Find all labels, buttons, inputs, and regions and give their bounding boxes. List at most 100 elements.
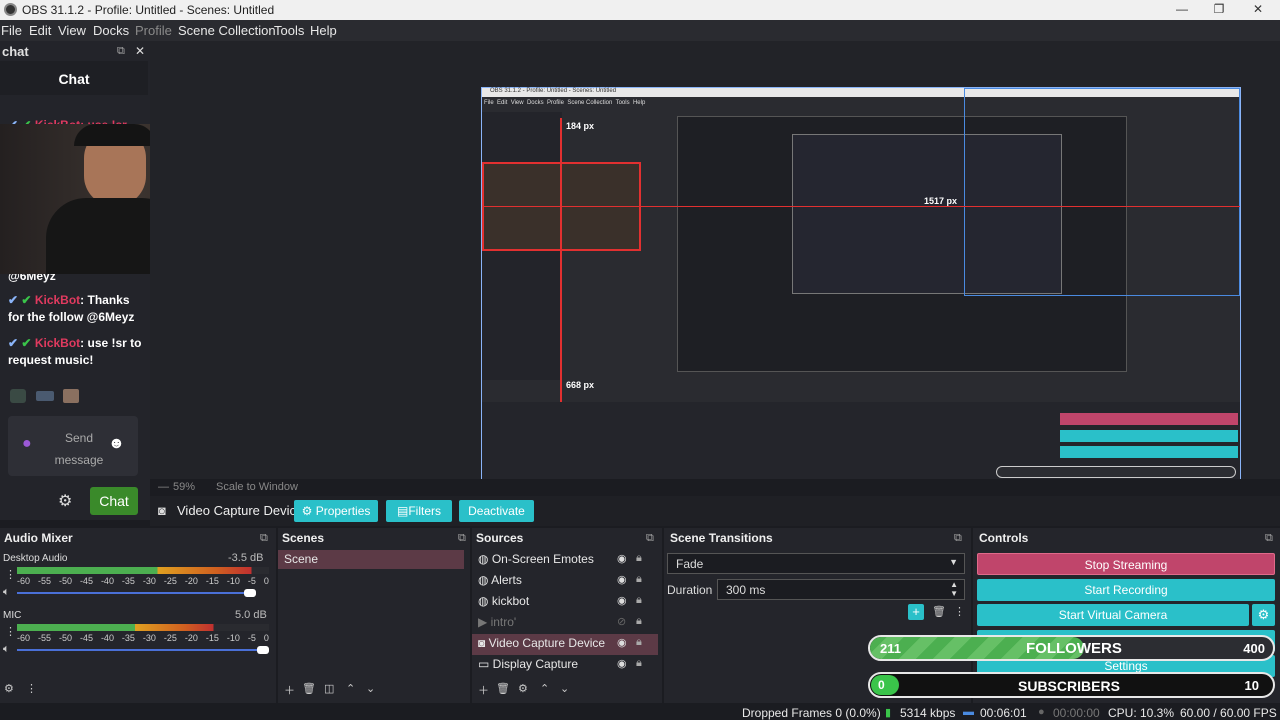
lock-icon[interactable]: 🔒︎ bbox=[636, 615, 642, 628]
chat-input[interactable]: ● Send message ☻ bbox=[8, 416, 138, 476]
meter-tick-label: -60 bbox=[17, 576, 31, 586]
meter-tick-label: -40 bbox=[100, 633, 114, 643]
stop-streaming-button[interactable]: Stop Streaming bbox=[977, 553, 1275, 575]
mixer-menu-icon[interactable]: ⋮ bbox=[26, 682, 37, 695]
deactivate-button[interactable]: Deactivate bbox=[459, 500, 534, 522]
visibility-icon[interactable]: ◉ bbox=[617, 594, 627, 607]
volume-slider[interactable] bbox=[17, 592, 256, 594]
badge-icon[interactable] bbox=[10, 389, 26, 403]
scene-item[interactable]: Scene bbox=[278, 550, 464, 569]
meter-tick-label: -30 bbox=[142, 576, 156, 586]
menu-scene-collection[interactable]: Scene Collection bbox=[178, 23, 276, 38]
maximize-icon[interactable]: ❐ bbox=[1212, 2, 1226, 16]
preview-canvas[interactable]: OBS 31.1.2 - Profile: Untitled - Scenes:… bbox=[150, 41, 1280, 518]
source-item[interactable]: ◍ kickbot ◉ 🔒︎ bbox=[472, 592, 658, 613]
remove-source-icon[interactable]: 🗑︎ bbox=[496, 682, 510, 695]
settings-gear-icon[interactable]: ⚙ bbox=[58, 491, 72, 511]
move-down-icon[interactable]: ⌄ bbox=[560, 682, 569, 695]
source-item[interactable]: ▶ intro' ⊘ 🔒︎ bbox=[472, 613, 658, 634]
remove-scene-icon[interactable]: 🗑︎ bbox=[302, 682, 316, 695]
visibility-icon[interactable]: ◉ bbox=[617, 636, 627, 649]
scene-filters-icon[interactable]: ◫ bbox=[324, 682, 334, 695]
microphone-icon[interactable]: ● bbox=[22, 435, 32, 453]
visibility-icon[interactable]: ◉ bbox=[617, 552, 627, 565]
menu-tools[interactable]: Tools bbox=[274, 23, 304, 38]
start-virtual-camera-button[interactable]: Start Virtual Camera bbox=[977, 604, 1249, 626]
mixer-settings-icon[interactable]: ⚙ bbox=[4, 682, 14, 695]
headphones bbox=[74, 124, 156, 146]
lock-icon[interactable]: 🔒︎ bbox=[636, 552, 642, 565]
send-chat-button[interactable]: Chat bbox=[90, 487, 138, 515]
menu-help[interactable]: Help bbox=[310, 23, 337, 38]
transition-menu-icon[interactable]: ⋮ bbox=[954, 605, 965, 618]
sources-title: Sources bbox=[476, 531, 524, 545]
source-item[interactable]: ◙ Video Capture Device ◉ 🔒︎ bbox=[472, 634, 658, 655]
visibility-icon[interactable]: ⊘ bbox=[617, 615, 626, 628]
move-up-icon[interactable]: ⌃ bbox=[540, 682, 549, 695]
source-item[interactable]: ▭ Display Capture ◉ 🔒︎ bbox=[472, 655, 658, 676]
dock-menu-icon[interactable]: ⧉ bbox=[1265, 532, 1273, 545]
sources-list: ◍ On-Screen Emotes ◉ 🔒︎ ◍ Alerts ◉ 🔒︎ ◍ kickbo… bbox=[472, 550, 658, 676]
emoji-icon[interactable]: ☻ bbox=[108, 435, 125, 453]
add-transition-button[interactable]: + bbox=[908, 604, 924, 620]
meter-tick-label: -45 bbox=[79, 576, 93, 586]
lock-icon[interactable]: 🔒︎ bbox=[636, 657, 642, 670]
wrench-icon: ✔ bbox=[8, 336, 19, 350]
chat-dock-title: chat bbox=[2, 44, 29, 59]
menu-edit[interactable]: Edit bbox=[29, 23, 51, 38]
selected-source-name: Video Capture Devic bbox=[177, 503, 296, 518]
dock-menu-icon[interactable]: ⧉ bbox=[458, 532, 466, 545]
close-icon[interactable]: ✕ bbox=[1251, 2, 1265, 16]
visibility-icon[interactable]: ◉ bbox=[617, 657, 627, 670]
emote-icon[interactable] bbox=[63, 389, 79, 403]
lock-icon[interactable]: 🔒︎ bbox=[636, 594, 642, 607]
minimize-icon[interactable]: — bbox=[1175, 2, 1189, 16]
preview-scene[interactable]: OBS 31.1.2 - Profile: Untitled - Scenes:… bbox=[481, 87, 1241, 518]
status-bar: Dropped Frames 0 (0.0%) ▮ 5314 kbps ▬ 00… bbox=[0, 703, 1280, 720]
volume-knob[interactable] bbox=[257, 646, 269, 654]
channel-menu-icon[interactable]: ⋮ bbox=[5, 568, 16, 581]
transition-select[interactable]: Fade ▼ bbox=[667, 553, 965, 574]
speaker-icon[interactable]: 🔈︎ bbox=[3, 586, 10, 599]
fps: 60.00 / 60.00 FPS bbox=[1180, 706, 1277, 720]
remove-transition-icon[interactable]: 🗑︎ bbox=[932, 605, 946, 618]
cpu-usage: CPU: 10.3% bbox=[1108, 706, 1175, 720]
virtual-camera-settings-icon[interactable]: ⚙ bbox=[1252, 604, 1275, 626]
subscribers-goal-bar: 0 SUBSCRIBERS 10 bbox=[868, 672, 1275, 698]
source-name: Display Capture bbox=[492, 657, 579, 671]
visibility-icon[interactable]: ◉ bbox=[617, 573, 627, 586]
meter-tick-label: -50 bbox=[58, 633, 72, 643]
move-up-icon[interactable]: ⌃ bbox=[346, 682, 355, 695]
add-scene-icon[interactable]: ＋ bbox=[284, 682, 295, 698]
start-recording-button[interactable]: Start Recording bbox=[977, 579, 1275, 601]
move-down-icon[interactable]: ⌄ bbox=[366, 682, 375, 695]
source-item[interactable]: ◍ Alerts ◉ 🔒︎ bbox=[472, 571, 658, 592]
source-properties-icon[interactable]: ⚙ bbox=[518, 682, 528, 695]
dock-close-icon[interactable]: ✕ bbox=[135, 44, 145, 58]
speaker-icon[interactable]: 🔈︎ bbox=[3, 643, 10, 656]
lock-icon[interactable]: 🔒︎ bbox=[636, 573, 642, 586]
spinner-icon[interactable]: ▲ ▼ bbox=[950, 580, 958, 598]
menu-profile[interactable]: Profile bbox=[135, 23, 172, 38]
dock-menu-icon[interactable]: ⧉ bbox=[646, 532, 654, 545]
zoom-mode[interactable]: Scale to Window bbox=[216, 481, 298, 493]
duration-input[interactable]: 300 ms ▲ ▼ bbox=[717, 579, 965, 600]
source-item[interactable]: ◍ On-Screen Emotes ◉ 🔒︎ bbox=[472, 550, 658, 571]
glasses-icon[interactable] bbox=[36, 391, 54, 401]
zoom-value[interactable]: 59% bbox=[173, 481, 195, 493]
lock-icon[interactable]: 🔒︎ bbox=[636, 636, 642, 649]
audio-mixer-dock: Audio Mixer ⧉ Desktop Audio -3.5 dB ⋮ -6… bbox=[0, 528, 276, 703]
dock-menu-icon[interactable]: ⧉ bbox=[260, 532, 268, 545]
channel-menu-icon[interactable]: ⋮ bbox=[5, 625, 16, 638]
volume-knob[interactable] bbox=[244, 589, 256, 597]
menu-view[interactable]: View bbox=[58, 23, 86, 38]
volume-slider[interactable] bbox=[17, 649, 269, 651]
filters-button[interactable]: ▤Filters bbox=[386, 500, 452, 522]
add-source-icon[interactable]: ＋ bbox=[478, 682, 489, 698]
menu-file[interactable]: File bbox=[1, 23, 22, 38]
dock-menu-icon[interactable]: ⧉ bbox=[954, 532, 962, 545]
menu-docks[interactable]: Docks bbox=[93, 23, 129, 38]
properties-button[interactable]: ⚙ Properties bbox=[294, 500, 378, 522]
float-icon[interactable]: ⧉ bbox=[117, 45, 125, 58]
level-meter bbox=[17, 567, 269, 574]
